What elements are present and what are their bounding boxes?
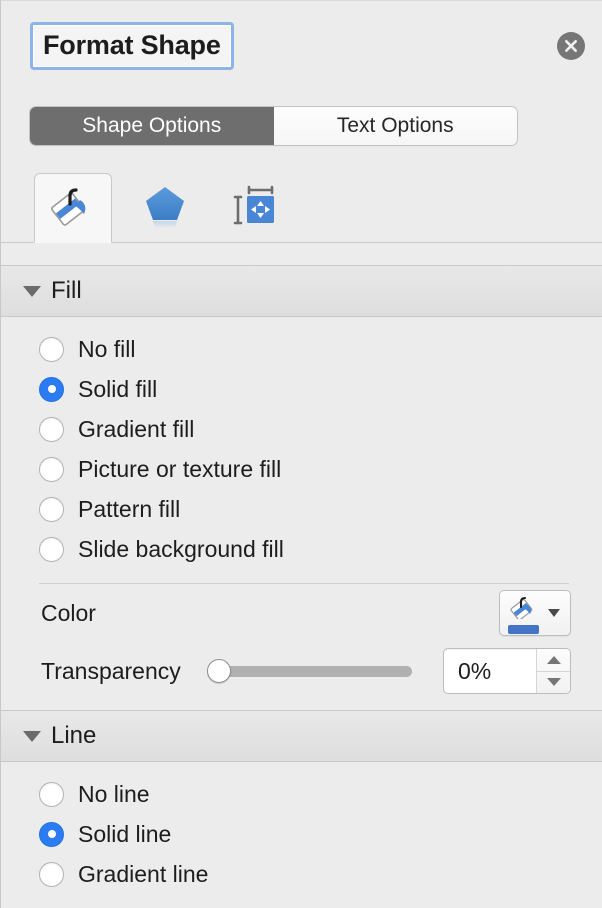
page-title-focus-ring: Format Shape bbox=[30, 22, 234, 70]
transparency-value[interactable]: 0% bbox=[444, 649, 536, 693]
stepper-decrement-button[interactable] bbox=[537, 670, 570, 694]
radio-slide-background-fill[interactable]: Slide background fill bbox=[1, 529, 602, 569]
radio-button[interactable] bbox=[39, 496, 64, 522]
stepper-arrows bbox=[536, 649, 570, 693]
radio-button[interactable] bbox=[39, 781, 64, 807]
chevron-down-icon bbox=[23, 730, 41, 742]
radio-no-line[interactable]: No line bbox=[1, 774, 602, 814]
radio-solid-line[interactable]: Solid line bbox=[1, 814, 602, 854]
chevron-down-icon bbox=[23, 285, 41, 297]
tab-shape-options[interactable]: Shape Options bbox=[30, 107, 274, 145]
size-and-properties-icon bbox=[227, 182, 279, 235]
fill-section-body: No fill Solid fill Gradient fill Picture… bbox=[1, 317, 602, 710]
radio-label: Slide background fill bbox=[78, 535, 284, 562]
radio-button[interactable] bbox=[39, 416, 64, 442]
radio-label: Gradient fill bbox=[78, 415, 195, 442]
radio-label: Solid fill bbox=[78, 375, 158, 402]
stepper-increment-button[interactable] bbox=[537, 649, 570, 671]
radio-label: Picture or texture fill bbox=[78, 455, 282, 482]
icon-tab-fill-and-line[interactable] bbox=[34, 173, 112, 243]
line-section-header[interactable]: Line bbox=[1, 710, 602, 762]
radio-button[interactable] bbox=[39, 861, 64, 887]
fill-section-header[interactable]: Fill bbox=[1, 265, 602, 317]
icon-tab-size-and-properties[interactable] bbox=[214, 173, 292, 243]
radio-label: No fill bbox=[78, 335, 136, 362]
options-tab-group: Shape Options Text Options bbox=[30, 107, 517, 145]
page-title: Format Shape bbox=[43, 30, 221, 60]
radio-no-fill[interactable]: No fill bbox=[1, 329, 602, 369]
effects-pentagon-icon bbox=[139, 182, 191, 235]
fill-color-swatch bbox=[507, 625, 539, 634]
radio-label: Gradient line bbox=[78, 860, 209, 887]
transparency-stepper[interactable]: 0% bbox=[443, 648, 571, 694]
radio-label: Pattern fill bbox=[78, 495, 181, 522]
panel-titlebar: Format Shape bbox=[1, 1, 602, 79]
radio-button-selected[interactable] bbox=[39, 821, 64, 847]
transparency-slider[interactable] bbox=[206, 658, 412, 684]
slider-track bbox=[216, 665, 412, 677]
radio-button[interactable] bbox=[39, 456, 64, 482]
radio-button[interactable] bbox=[39, 536, 64, 562]
triangle-down-icon bbox=[546, 678, 561, 687]
radio-picture-or-texture-fill[interactable]: Picture or texture fill bbox=[1, 449, 602, 489]
close-icon[interactable] bbox=[557, 32, 585, 60]
line-section-body: No line Solid line Gradient line bbox=[1, 762, 602, 894]
radio-button[interactable] bbox=[39, 336, 64, 362]
color-row: Color bbox=[1, 584, 602, 642]
fill-color-preview bbox=[500, 592, 546, 634]
radio-label: No line bbox=[78, 780, 150, 807]
page-title-box: Format Shape bbox=[33, 25, 231, 67]
fill-section-title: Fill bbox=[51, 277, 82, 304]
radio-pattern-fill[interactable]: Pattern fill bbox=[1, 489, 602, 529]
transparency-row: Transparency 0% bbox=[1, 642, 602, 700]
slider-thumb[interactable] bbox=[206, 659, 231, 683]
tab-text-options[interactable]: Text Options bbox=[273, 107, 517, 145]
radio-gradient-fill[interactable]: Gradient fill bbox=[1, 409, 602, 449]
format-shape-panel: Format Shape Shape Options Text Options bbox=[0, 0, 602, 908]
fill-and-line-icon bbox=[49, 184, 97, 233]
chevron-down-icon[interactable] bbox=[548, 609, 560, 617]
paint-bucket-icon bbox=[508, 595, 538, 624]
radio-solid-fill[interactable]: Solid fill bbox=[1, 369, 602, 409]
color-label: Color bbox=[41, 599, 96, 626]
transparency-label: Transparency bbox=[41, 657, 181, 684]
radio-button-selected[interactable] bbox=[39, 376, 64, 402]
fill-color-picker-button[interactable] bbox=[499, 590, 571, 636]
triangle-up-icon bbox=[546, 655, 561, 664]
icon-tab-group bbox=[1, 171, 602, 243]
line-section-title: Line bbox=[51, 722, 97, 749]
radio-gradient-line[interactable]: Gradient line bbox=[1, 854, 602, 894]
icon-tab-effects[interactable] bbox=[126, 173, 204, 243]
radio-label: Solid line bbox=[78, 820, 172, 847]
